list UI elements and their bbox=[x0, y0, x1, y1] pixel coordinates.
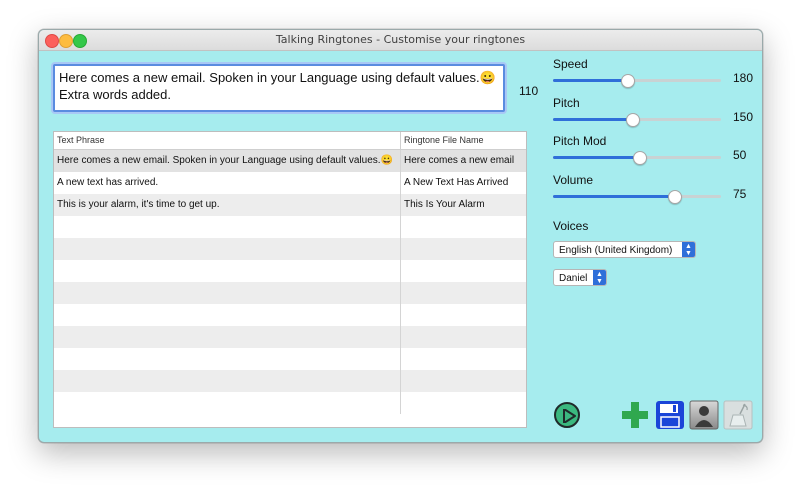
play-button[interactable] bbox=[554, 402, 580, 428]
slider-value: 180 bbox=[733, 71, 754, 85]
slider-label: Pitch bbox=[553, 96, 580, 110]
cell-empty[interactable] bbox=[54, 348, 400, 370]
contact-person-icon bbox=[689, 400, 719, 430]
chevron-updown-icon: ▲ ▼ bbox=[682, 242, 695, 257]
table-row[interactable]: Here comes a new email. Spoken in your L… bbox=[54, 150, 526, 172]
cell-empty[interactable] bbox=[54, 326, 400, 348]
slider-fill bbox=[553, 118, 632, 121]
slider-track[interactable] bbox=[553, 151, 721, 165]
cell-ringtone-file-name[interactable]: Here comes a new email bbox=[400, 150, 526, 172]
slider-track[interactable] bbox=[553, 74, 721, 88]
window-title: Talking Ringtones - Customise your ringt… bbox=[275, 33, 526, 46]
floppy-disk-icon bbox=[656, 401, 684, 429]
ringtone-table: Text Phrase Ringtone File Name Here come… bbox=[53, 131, 527, 428]
plus-icon bbox=[622, 402, 648, 428]
slider-label: Pitch Mod bbox=[553, 134, 607, 148]
slider-group-volume: Volume 75 bbox=[553, 173, 753, 204]
slider-knob[interactable] bbox=[667, 190, 682, 204]
table-row[interactable]: A new text has arrived. A New Text Has Ar… bbox=[54, 172, 526, 194]
cell-empty[interactable] bbox=[54, 304, 400, 326]
phrase-text-input[interactable]: Here comes a new email. Spoken in your L… bbox=[53, 64, 505, 112]
play-icon bbox=[563, 409, 576, 423]
cell-empty[interactable] bbox=[400, 392, 526, 414]
slider-track[interactable] bbox=[553, 113, 721, 127]
cell-empty[interactable] bbox=[400, 282, 526, 304]
slider-label: Speed bbox=[553, 57, 588, 71]
cell-ringtone-file-name[interactable]: This Is Your Alarm bbox=[400, 194, 526, 216]
cell-text-phrase[interactable]: Here comes a new email. Spoken in your L… bbox=[54, 150, 400, 172]
voices-label: Voices bbox=[553, 219, 589, 233]
cell-empty[interactable] bbox=[54, 238, 400, 260]
slider-value: 50 bbox=[733, 148, 747, 162]
slider-value: 75 bbox=[733, 187, 747, 201]
save-button[interactable] bbox=[655, 400, 685, 430]
cell-empty[interactable] bbox=[400, 326, 526, 348]
cell-empty[interactable] bbox=[54, 370, 400, 392]
column-header-text-phrase[interactable]: Text Phrase bbox=[54, 132, 400, 149]
table-header: Text Phrase Ringtone File Name bbox=[54, 132, 526, 150]
table-row-empty[interactable] bbox=[54, 392, 526, 414]
column-header-file-name[interactable]: Ringtone File Name bbox=[400, 132, 526, 149]
slider-fill bbox=[553, 195, 674, 198]
title-bar[interactable]: Talking Ringtones - Customise your ringt… bbox=[39, 30, 762, 51]
slider-fill bbox=[553, 156, 639, 159]
chevron-updown-icon: ▲ ▼ bbox=[593, 270, 606, 285]
character-count: 110 bbox=[519, 84, 539, 98]
cell-empty[interactable] bbox=[54, 392, 400, 414]
slider-knob[interactable] bbox=[620, 74, 635, 88]
slider-group-pitch: Pitch 150 bbox=[553, 96, 753, 127]
cell-empty[interactable] bbox=[400, 260, 526, 282]
table-row-empty[interactable] bbox=[54, 238, 526, 260]
voice-select[interactable]: Daniel ▲ ▼ bbox=[553, 269, 607, 286]
table-body: Here comes a new email. Spoken in your L… bbox=[54, 150, 526, 414]
language-select[interactable]: English (United Kingdom) ▲ ▼ bbox=[553, 241, 696, 258]
table-row-empty[interactable] bbox=[54, 282, 526, 304]
cell-empty[interactable] bbox=[400, 370, 526, 392]
table-row-empty[interactable] bbox=[54, 326, 526, 348]
app-window: Talking Ringtones - Customise your ringt… bbox=[38, 29, 763, 443]
table-row-empty[interactable] bbox=[54, 304, 526, 326]
cell-empty[interactable] bbox=[400, 216, 526, 238]
slider-knob[interactable] bbox=[625, 113, 640, 127]
slider-value: 150 bbox=[733, 110, 754, 124]
slider-fill bbox=[553, 79, 627, 82]
table-row-empty[interactable] bbox=[54, 260, 526, 282]
voice-select-value: Daniel bbox=[559, 273, 588, 284]
slider-label: Volume bbox=[553, 173, 594, 187]
slider-group-speed: Speed 180 bbox=[553, 57, 753, 88]
table-row-empty[interactable] bbox=[54, 216, 526, 238]
slider-track[interactable] bbox=[553, 190, 721, 204]
cell-empty[interactable] bbox=[400, 238, 526, 260]
table-row-empty[interactable] bbox=[54, 370, 526, 392]
cell-empty[interactable] bbox=[400, 348, 526, 370]
slider-group-pitch-mod: Pitch Mod 50 bbox=[553, 134, 753, 165]
cell-empty[interactable] bbox=[54, 216, 400, 238]
cell-empty[interactable] bbox=[54, 282, 400, 304]
cell-empty[interactable] bbox=[54, 260, 400, 282]
assign-contact-button[interactable] bbox=[689, 400, 719, 430]
cell-ringtone-file-name[interactable]: A New Text Has Arrived bbox=[400, 172, 526, 194]
cell-empty[interactable] bbox=[400, 304, 526, 326]
cell-text-phrase[interactable]: This is your alarm, it's time to get up. bbox=[54, 194, 400, 216]
cell-text-phrase[interactable]: A new text has arrived. bbox=[54, 172, 400, 194]
ringtone-export-button[interactable] bbox=[723, 400, 753, 430]
language-select-value: English (United Kingdom) bbox=[559, 245, 673, 256]
table-row-empty[interactable] bbox=[54, 348, 526, 370]
slider-knob[interactable] bbox=[632, 151, 647, 165]
add-ringtone-button[interactable] bbox=[620, 400, 650, 430]
phone-ringtone-icon bbox=[723, 400, 753, 430]
table-row[interactable]: This is your alarm, it's time to get up.… bbox=[54, 194, 526, 216]
